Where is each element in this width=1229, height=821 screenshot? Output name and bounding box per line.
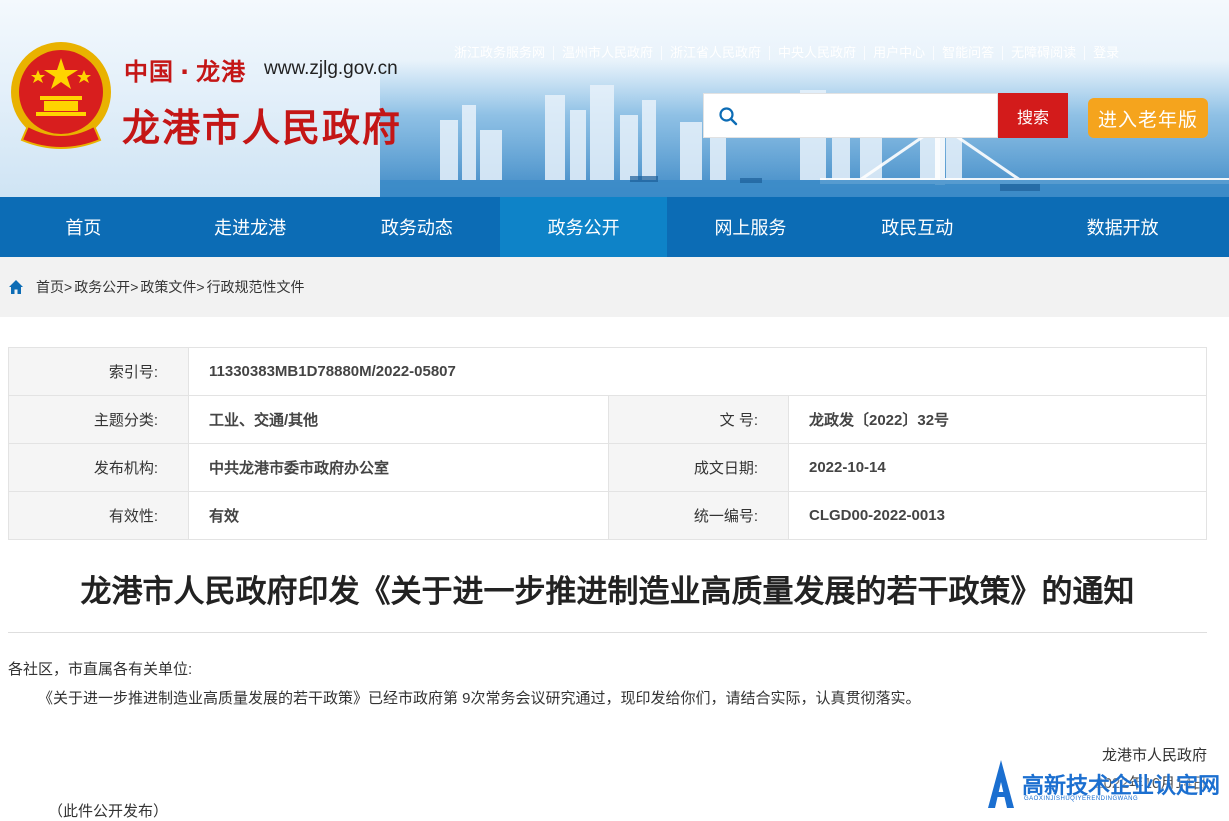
search-box xyxy=(703,93,998,138)
article-footnote: （此件公开发布） xyxy=(48,803,169,820)
article-title: 龙港市人民政府印发《关于进一步推进制造业高质量发展的若干政策》的通知 xyxy=(80,574,1135,610)
search-icon xyxy=(719,106,738,125)
unified-number-label: 统一编号: xyxy=(608,491,789,540)
brand-region-label: 中国 · 龙港 xyxy=(124,58,247,86)
table-row: 主题分类: 工业、交通/其他 文 号: 龙政发〔2022〕32号 xyxy=(8,395,1207,444)
national-emblem-logo xyxy=(11,42,111,149)
home-icon[interactable] xyxy=(8,279,24,295)
issuer-label: 发布机构: xyxy=(8,443,189,492)
topic-label: 主题分类: xyxy=(8,395,189,444)
site-title: 龙港市人民政府 xyxy=(122,106,403,150)
table-row: 发布机构: 中共龙港市委市政府办公室 成文日期: 2022-10-14 xyxy=(8,443,1207,492)
breadcrumb-policy-documents[interactable]: 政策文件 xyxy=(140,277,196,297)
index-number-label: 索引号: xyxy=(8,347,189,396)
table-row: 索引号: 11330383MB1D78880M/2022-05807 xyxy=(8,347,1207,396)
watermark-pinyin: GAOXINJISHUQIYERENDINGWANG xyxy=(1024,796,1139,802)
nav-item-about-longgang[interactable]: 走进龙港 xyxy=(167,197,334,257)
site-url: www.zjlg.gov.cn xyxy=(264,58,398,79)
watermark: 高新技术企业认定网 GAOXINJISHUQIYERENDINGWANG xyxy=(984,758,1229,809)
article-salutation: 各社区，市直属各有关单位: xyxy=(8,661,193,678)
top-link-zjzwfw[interactable]: 浙江政务服务网 xyxy=(446,46,553,60)
top-link-accessibility[interactable]: 无障碍阅读 xyxy=(1002,46,1084,60)
breadcrumb: 首页 > 政务公开 > 政策文件 > 行政规范性文件 xyxy=(0,257,1229,317)
date-value: 2022-10-14 xyxy=(788,443,1207,492)
breadcrumb-separator: > xyxy=(64,279,73,295)
unified-number-value: CLGD00-2022-0013 xyxy=(788,491,1207,540)
table-row: 有效性: 有效 统一编号: CLGD00-2022-0013 xyxy=(8,491,1207,540)
divider xyxy=(8,632,1207,633)
breadcrumb-separator: > xyxy=(196,279,205,295)
site-header: 中国 · 龙港 www.zjlg.gov.cn 龙港市人民政府 浙江政务服务网 温州… xyxy=(0,0,1229,197)
search-button[interactable]: 搜索 xyxy=(998,93,1068,138)
nav-item-government-disclosure[interactable]: 政务公开 xyxy=(500,197,668,257)
date-label: 成文日期: xyxy=(608,443,789,492)
topic-value: 工业、交通/其他 xyxy=(188,395,609,444)
nav-item-citizen-interaction[interactable]: 政民互动 xyxy=(834,197,1001,257)
validity-value: 有效 xyxy=(188,491,609,540)
top-link-smart-qa[interactable]: 智能问答 xyxy=(933,46,1002,60)
top-link-login[interactable]: 登录 xyxy=(1084,46,1127,60)
top-link-wenzhou-gov[interactable]: 温州市人民政府 xyxy=(553,46,661,60)
top-link-user-center[interactable]: 用户中心 xyxy=(864,46,933,60)
nav-item-government-news[interactable]: 政务动态 xyxy=(334,197,501,257)
breadcrumb-normative-documents[interactable]: 行政规范性文件 xyxy=(207,277,305,297)
top-link-zhejiang-gov[interactable]: 浙江省人民政府 xyxy=(661,46,769,60)
doc-number-label: 文 号: xyxy=(608,395,789,444)
top-links: 浙江政务服务网 温州市人民政府 浙江省人民政府 中央人民政府 用户中心 智能问答… xyxy=(446,44,1127,62)
top-link-central-gov[interactable]: 中央人民政府 xyxy=(769,46,864,60)
nav-item-online-services[interactable]: 网上服务 xyxy=(667,197,834,257)
validity-label: 有效性: xyxy=(8,491,189,540)
article-body: 《关于进一步推进制造业高质量发展的若干政策》已经市政府第 9次常务会议研究通过，… xyxy=(38,690,921,707)
search-input[interactable] xyxy=(746,95,997,136)
nav-item-open-data[interactable]: 数据开放 xyxy=(1001,197,1229,257)
doc-number-value: 龙政发〔2022〕32号 xyxy=(788,395,1207,444)
watermark-logo xyxy=(988,760,1014,808)
breadcrumb-separator: > xyxy=(130,279,139,295)
elder-mode-button[interactable]: 进入老年版 xyxy=(1088,98,1208,138)
search-bar: 搜索 xyxy=(703,93,1068,138)
nav-item-home[interactable]: 首页 xyxy=(0,197,167,257)
main-nav: 首页 走进龙港 政务动态 政务公开 网上服务 政民互动 数据开放 xyxy=(0,197,1229,257)
issuer-value: 中共龙港市委市政府办公室 xyxy=(188,443,609,492)
breadcrumb-home[interactable]: 首页 xyxy=(36,277,64,297)
document-meta-table: 索引号: 11330383MB1D78880M/2022-05807 主题分类:… xyxy=(8,347,1207,540)
index-number-value: 11330383MB1D78880M/2022-05807 xyxy=(188,347,1207,396)
breadcrumb-government-disclosure[interactable]: 政务公开 xyxy=(74,277,130,297)
